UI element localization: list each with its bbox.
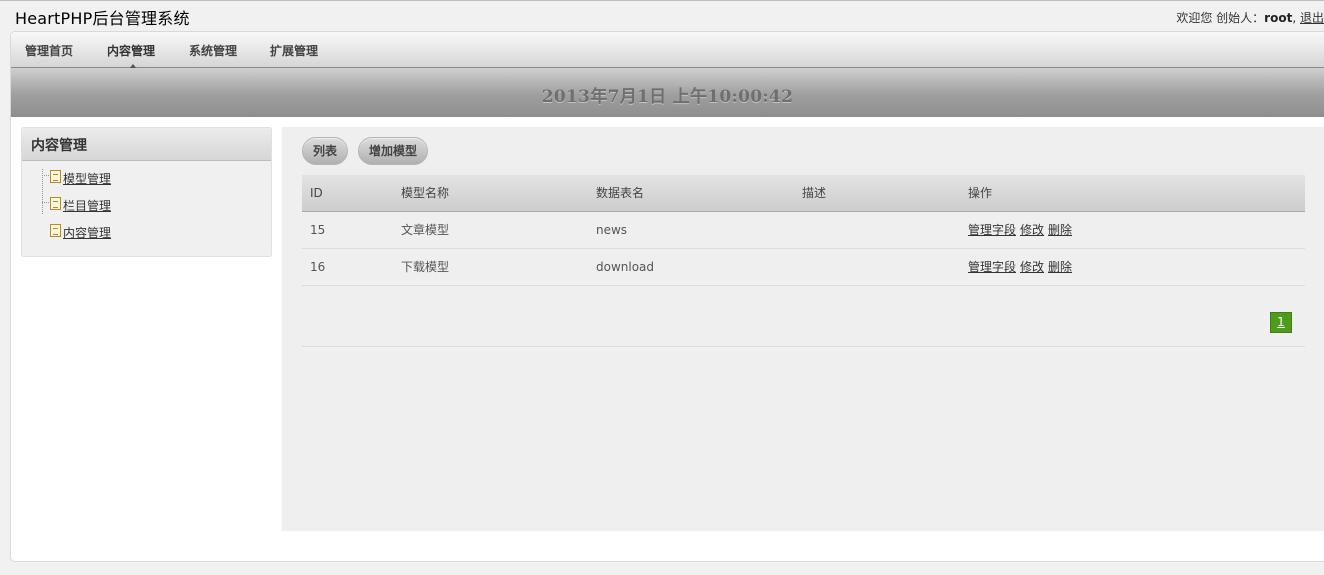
sidebar-item-category: 栏目管理 xyxy=(39,196,271,223)
date-bar: 2013年7月1日 上午10:00:42 xyxy=(11,68,1324,117)
cell-model-name: 下载模型 xyxy=(393,248,588,286)
sidebar-title: 内容管理 xyxy=(22,128,271,161)
col-actions: 操作 xyxy=(960,175,1305,212)
welcome-text: 欢迎您 创始人： xyxy=(1176,11,1265,25)
page-icon xyxy=(50,224,61,237)
sidebar: 内容管理 模型管理 栏目管理 内容管理 xyxy=(21,127,272,257)
cell-table-name: news xyxy=(588,211,794,249)
page-1-button[interactable]: 1 xyxy=(1270,312,1292,333)
nav-item-content[interactable]: 内容管理 xyxy=(107,42,156,69)
cell-model-name: 文章模型 xyxy=(393,211,588,249)
edit-link[interactable]: 修改 xyxy=(1020,260,1044,274)
delete-link[interactable]: 删除 xyxy=(1048,223,1072,237)
model-table: ID 模型名称 数据表名 描述 操作 15 文章模型 news 管理字段 修改 删除… xyxy=(302,175,1305,286)
cell-actions: 管理字段 修改 删除 xyxy=(960,248,1305,286)
col-description: 描述 xyxy=(794,175,960,212)
cell-id: 15 xyxy=(302,211,393,249)
col-model-name: 模型名称 xyxy=(393,175,588,212)
sidebar-link-category[interactable]: 栏目管理 xyxy=(63,199,111,213)
sidebar-tree: 模型管理 栏目管理 内容管理 xyxy=(39,169,271,250)
top-nav: 管理首页 内容管理 系统管理 扩展管理 xyxy=(11,32,1324,69)
footer-copyright xyxy=(0,568,1324,575)
sidebar-item-model: 模型管理 xyxy=(39,169,271,196)
pagination-row: 1 xyxy=(302,285,1305,347)
current-datetime: 2013年7月1日 上午10:00:42 xyxy=(541,87,794,107)
top-border xyxy=(0,0,1324,1)
edit-link[interactable]: 修改 xyxy=(1020,223,1044,237)
tree-branch xyxy=(42,175,49,176)
page-icon xyxy=(50,170,61,183)
manage-fields-link[interactable]: 管理字段 xyxy=(968,260,1016,274)
cell-description xyxy=(794,211,960,249)
manage-fields-link[interactable]: 管理字段 xyxy=(968,223,1016,237)
col-table-name: 数据表名 xyxy=(588,175,794,212)
cell-id: 16 xyxy=(302,248,393,286)
tree-branch xyxy=(42,202,49,203)
list-button[interactable]: 列表 xyxy=(302,137,349,165)
table-row: 16 下载模型 download 管理字段 修改 删除 xyxy=(302,248,1305,286)
user-separator: , xyxy=(1292,11,1297,25)
add-model-button[interactable]: 增加模型 xyxy=(358,137,429,165)
nav-item-home[interactable]: 管理首页 xyxy=(25,42,73,59)
nav-item-system[interactable]: 系统管理 xyxy=(189,42,237,59)
username: root xyxy=(1264,11,1293,25)
cell-description xyxy=(794,248,960,286)
page-icon xyxy=(50,197,61,210)
sidebar-link-model[interactable]: 模型管理 xyxy=(63,172,111,186)
sidebar-item-content: 内容管理 xyxy=(39,223,271,250)
main-panel: 列表 增加模型 ID 模型名称 数据表名 描述 操作 15 文章模型 news … xyxy=(282,127,1324,531)
delete-link[interactable]: 删除 xyxy=(1048,260,1072,274)
cell-actions: 管理字段 修改 删除 xyxy=(960,211,1305,249)
sidebar-link-content[interactable]: 内容管理 xyxy=(63,226,111,240)
table-header-row: ID 模型名称 数据表名 描述 操作 xyxy=(302,175,1305,212)
cell-table-name: download xyxy=(588,248,794,286)
col-id: ID xyxy=(302,175,393,212)
table-row: 15 文章模型 news 管理字段 修改 删除 xyxy=(302,211,1305,249)
logout-link[interactable]: 退出 xyxy=(1300,11,1324,25)
user-info: 欢迎您 创始人：root, 退出 xyxy=(1176,9,1324,26)
nav-item-extension[interactable]: 扩展管理 xyxy=(270,42,318,59)
nav-item-content-label: 内容管理 xyxy=(107,44,156,58)
app-title: HeartPHP后台管理系统 xyxy=(15,9,190,28)
